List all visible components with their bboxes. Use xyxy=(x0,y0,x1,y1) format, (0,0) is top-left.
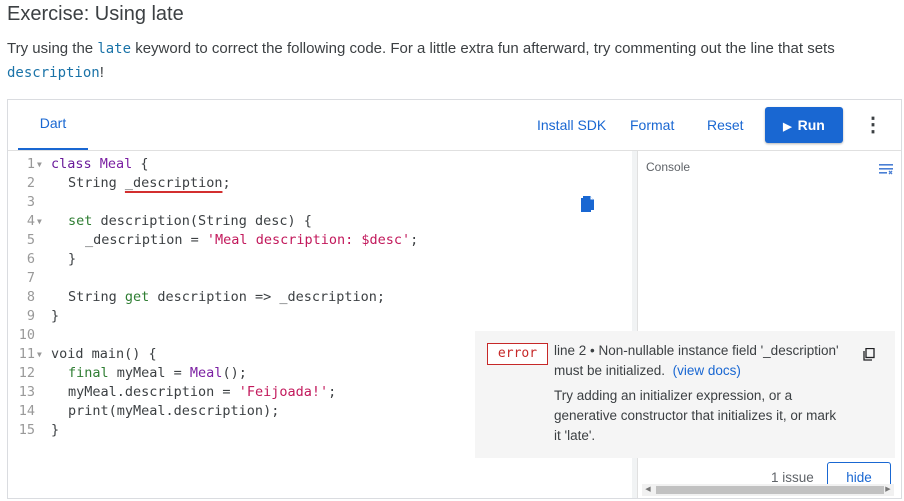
line-number: 6 xyxy=(26,251,35,267)
toolbar: Dart Install SDK Format Reset ▶ Run ⋮ xyxy=(8,100,901,151)
description-keyword: description xyxy=(7,65,100,81)
line-number: 14 xyxy=(18,403,35,419)
line-number: 13 xyxy=(18,384,35,400)
scroll-right-icon[interactable]: ▶ xyxy=(882,484,894,496)
error-badge: error xyxy=(487,343,548,365)
fold-arrow-icon[interactable]: ▼ xyxy=(37,345,47,364)
tab-dart[interactable]: Dart xyxy=(18,100,88,150)
code-token: } xyxy=(51,308,60,324)
code-line: 13 myMeal.description = 'Feijoada!'; xyxy=(8,383,468,402)
code-line: 6} xyxy=(8,250,628,269)
scrollbar-thumb[interactable] xyxy=(656,486,884,494)
fold-arrow-icon[interactable]: ▼ xyxy=(37,155,47,174)
line-number: 10 xyxy=(18,327,35,343)
keyword-token: class xyxy=(51,156,92,172)
line-number: 11 xyxy=(18,346,35,362)
line-number: 3 xyxy=(26,194,35,210)
code-token: (); xyxy=(222,365,247,381)
code-text: myMeal.description = 'Feijoada!'; xyxy=(68,383,336,402)
horizontal-scrollbar[interactable]: ◀ ▶ xyxy=(642,484,894,496)
string-token: 'Meal description: $desc' xyxy=(206,232,411,248)
code-text: String _description; xyxy=(68,174,231,193)
code-token: ; xyxy=(222,175,231,191)
keyword-token: final xyxy=(68,365,109,381)
code-token: { xyxy=(132,156,149,172)
copy-code-icon[interactable] xyxy=(580,195,596,213)
late-keyword: late xyxy=(97,41,132,57)
page-title: Exercise: Using late xyxy=(7,3,184,25)
line-number: 2 xyxy=(26,175,35,191)
code-line: 11 ▼ void main() { xyxy=(8,345,468,364)
intro-text-start: Try using the xyxy=(7,40,98,57)
code-token: ; xyxy=(410,232,419,248)
clear-console-icon[interactable] xyxy=(879,163,893,175)
code-line: 7 xyxy=(8,269,628,288)
keyword-token: get xyxy=(116,289,150,305)
code-token: myMeal.description = xyxy=(68,384,239,400)
code-text: String get description => _description; xyxy=(68,288,385,307)
code-token: } xyxy=(51,422,60,438)
format-button[interactable]: Format xyxy=(630,100,674,150)
code-line: 9} xyxy=(8,307,628,326)
line-number: 1 xyxy=(26,156,35,172)
code-line: 8 String get description => _description; xyxy=(8,288,628,307)
reset-button[interactable]: Reset xyxy=(707,100,744,150)
code-token: String xyxy=(68,175,117,191)
code-line: 12 final myMeal = Meal(); xyxy=(8,364,468,383)
code-line: 5 _description = 'Meal description: $desc… xyxy=(8,231,628,250)
issue-message: line 2 • Non-nullable instance field '_d… xyxy=(554,341,854,381)
more-options-icon[interactable]: ⋮ xyxy=(863,111,883,139)
line-number: 15 xyxy=(18,422,35,438)
line-number: 12 xyxy=(18,365,35,381)
fold-arrow-icon[interactable]: ▼ xyxy=(37,212,47,231)
code-line: 15} xyxy=(8,421,468,440)
line-number: 4 xyxy=(26,213,35,229)
type-token: Meal xyxy=(99,156,133,172)
code-token: description => _description; xyxy=(149,289,385,305)
code-text: set description(String desc) { xyxy=(68,212,312,231)
install-sdk-button[interactable]: Install SDK xyxy=(537,100,606,150)
code-text: final myMeal = Meal(); xyxy=(68,364,247,383)
code-token: _description = xyxy=(85,232,207,248)
error-underline: _description xyxy=(124,175,223,191)
view-docs-link[interactable]: (view docs) xyxy=(673,363,741,378)
code-text: class Meal { xyxy=(51,155,149,174)
intro-text-middle: keyword to correct the following code. F… xyxy=(131,40,835,57)
code-text: _description = 'Meal description: $desc'… xyxy=(85,231,418,250)
code-line: 3 xyxy=(8,193,628,212)
code-token: print(myMeal.description); xyxy=(68,403,280,419)
code-line: 1 ▼ class Meal { xyxy=(8,155,628,174)
code-line: 14 print(myMeal.description); xyxy=(8,402,468,421)
play-icon: ▶ xyxy=(783,121,792,133)
code-token: } xyxy=(68,251,77,267)
code-line: 2 String _description; xyxy=(8,174,628,193)
line-number: 7 xyxy=(26,270,35,286)
code-line: 4 ▼ set description(String desc) { xyxy=(8,212,628,231)
code-token: void main() { xyxy=(51,346,157,362)
intro-text-end: ! xyxy=(99,64,104,81)
code-token: description(String desc) { xyxy=(92,213,312,229)
code-token: ; xyxy=(328,384,337,400)
code-token: myMeal = xyxy=(108,365,190,381)
run-button[interactable]: ▶ Run xyxy=(765,107,843,143)
line-number: 8 xyxy=(26,289,35,305)
run-label: Run xyxy=(797,117,825,133)
line-number: 5 xyxy=(26,232,35,248)
scroll-left-icon[interactable]: ◀ xyxy=(642,484,654,496)
issue-hint: Try adding an initializer expression, or… xyxy=(554,388,837,443)
console-label: Console xyxy=(646,160,691,174)
code-token: String xyxy=(68,289,117,305)
copy-issue-icon[interactable] xyxy=(863,348,875,361)
string-token: 'Feijoada!' xyxy=(238,384,329,400)
issue-count: 1 issue xyxy=(771,470,814,485)
line-number: 9 xyxy=(26,308,35,324)
exercise-description: Try using the late keyword to correct th… xyxy=(7,37,899,85)
dartpad-embed: Dart Install SDK Format Reset ▶ Run ⋮ 1 ▼ c… xyxy=(7,99,902,499)
type-token: Meal xyxy=(189,365,223,381)
issues-panel: error line 2 • Non-nullable instance fie… xyxy=(475,331,895,458)
keyword-token: set xyxy=(68,213,93,229)
